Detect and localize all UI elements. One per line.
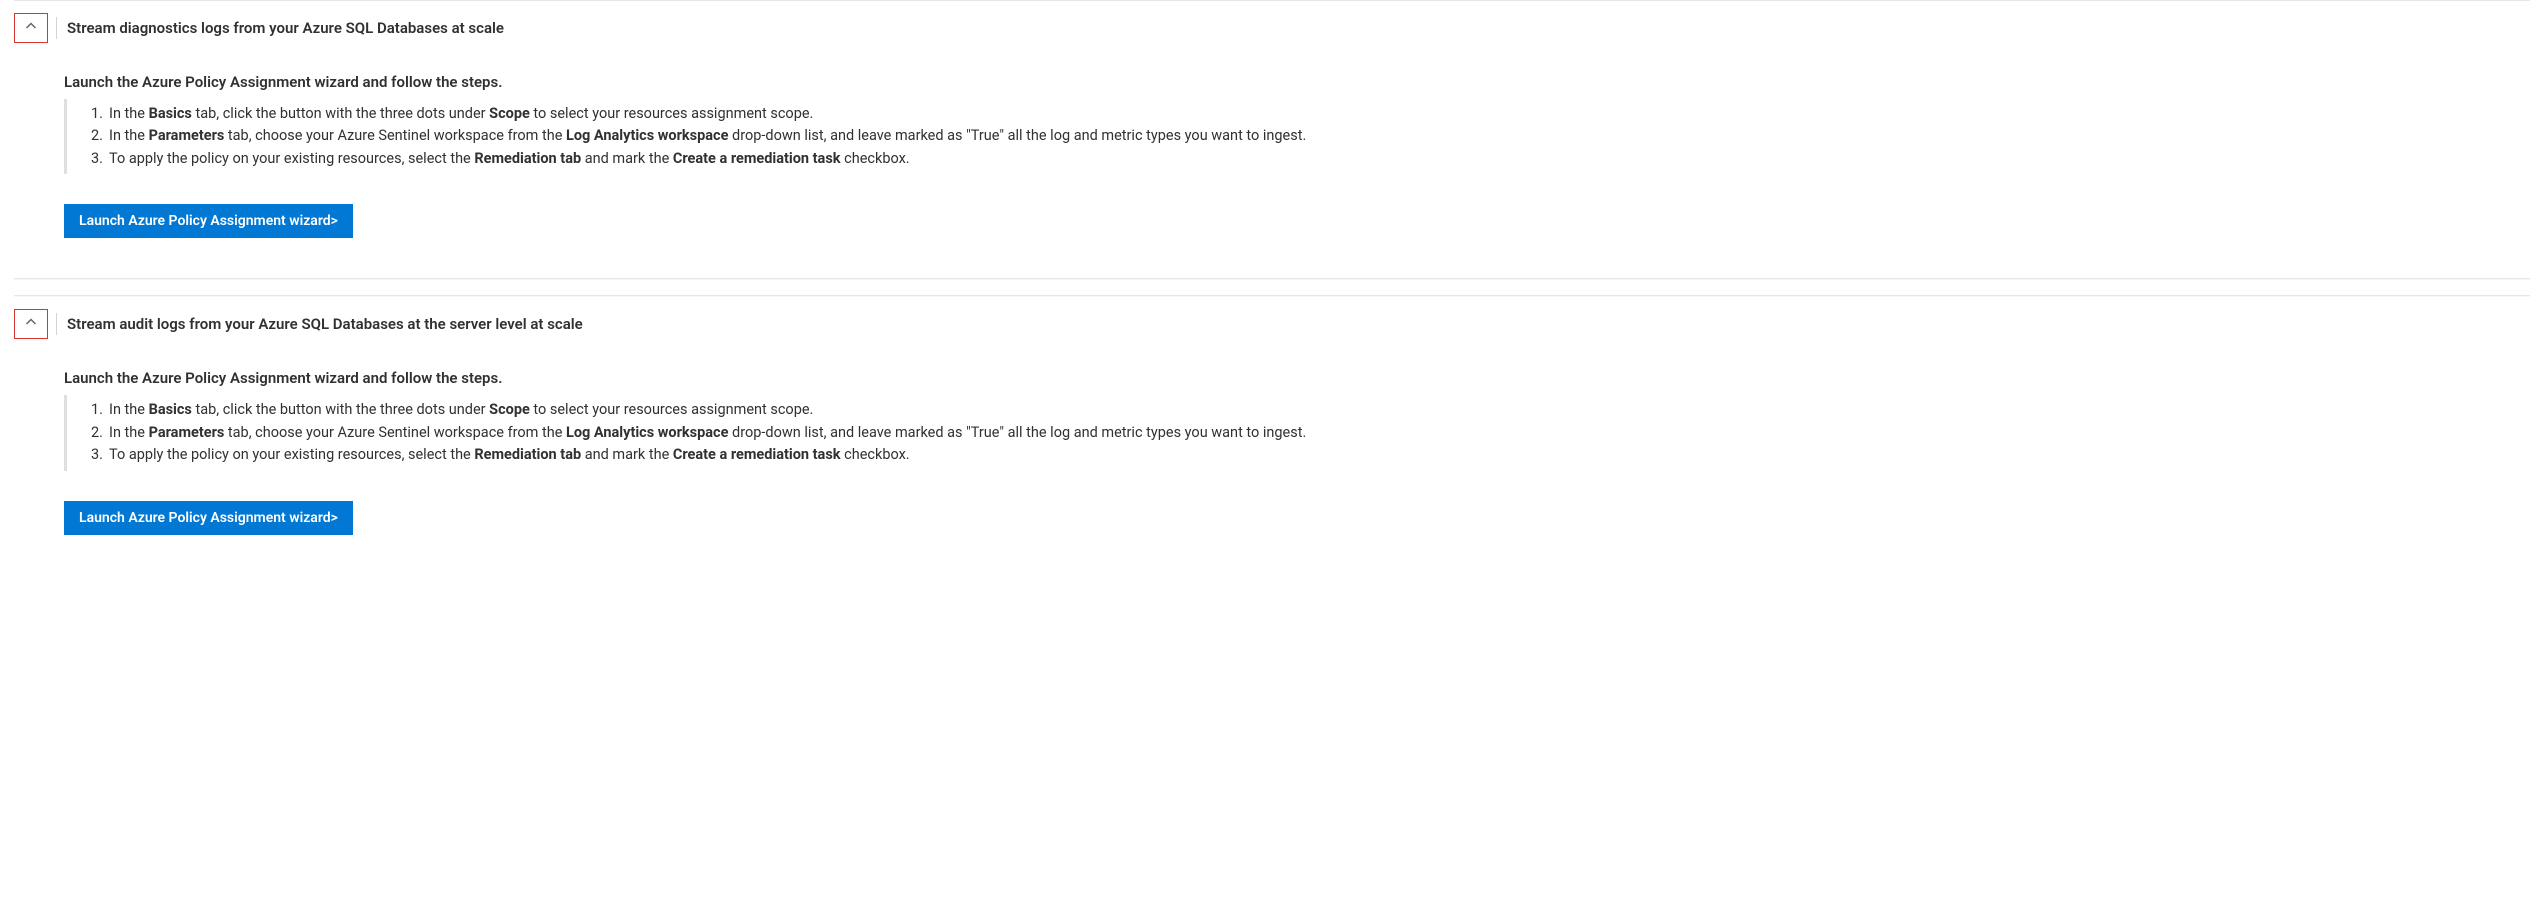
step-1: 1.In the Basics tab, click the button wi… [91,103,2530,125]
step-bold-2: Scope [489,105,530,122]
collapse-toggle[interactable] [14,309,48,339]
step-text-mid: tab, choose your Azure Sentinel workspac… [224,127,566,144]
step-bold-2: Log Analytics workspace [566,424,728,441]
lead-text: Launch the Azure Policy Assignment wizar… [64,73,2530,91]
lead-text: Launch the Azure Policy Assignment wizar… [64,369,2530,387]
step-bold-2: Log Analytics workspace [566,127,728,144]
launch-wizard-button[interactable]: Launch Azure Policy Assignment wizard> [64,501,353,535]
chevron-up-icon [25,316,37,332]
step-text-pre: To apply the policy on your existing res… [109,150,474,167]
steps-list: 1.In the Basics tab, click the button wi… [64,99,2530,174]
step-bold-1: Remediation tab [474,446,581,463]
step-number: 2. [91,125,109,147]
step-1: 1.In the Basics tab, click the button wi… [91,399,2530,421]
step-text-mid: and mark the [581,446,673,463]
step-text-post: to select your resources assignment scop… [530,105,814,122]
launch-wizard-button[interactable]: Launch Azure Policy Assignment wizard> [64,204,353,238]
section-content: Launch the Azure Policy Assignment wizar… [64,369,2530,534]
step-text-pre: To apply the policy on your existing res… [109,446,474,463]
vertical-separator [56,17,57,39]
step-bold-1: Parameters [149,127,225,144]
step-number: 3. [91,148,109,170]
collapse-toggle[interactable] [14,13,48,43]
accordion-section-audit: Stream audit logs from your Azure SQL Da… [14,297,2530,574]
step-bold-1: Basics [149,105,192,122]
step-text-mid: tab, click the button with the three dot… [192,105,489,122]
step-text-post: to select your resources assignment scop… [530,401,814,418]
section-title: Stream audit logs from your Azure SQL Da… [67,315,583,333]
step-3: 3.To apply the policy on your existing r… [91,444,2530,466]
step-number: 1. [91,103,109,125]
step-bold-1: Basics [149,401,192,418]
section-content: Launch the Azure Policy Assignment wizar… [64,73,2530,238]
step-text-pre: In the [109,401,149,418]
step-text-mid: tab, choose your Azure Sentinel workspac… [224,424,566,441]
accordion-header[interactable]: Stream audit logs from your Azure SQL Da… [14,309,2530,339]
step-text-post: drop-down list, and leave marked as "Tru… [728,127,1306,144]
step-bold-2: Create a remediation task [673,446,841,463]
accordion-section-diagnostics: Stream diagnostics logs from your Azure … [14,1,2530,278]
step-2: 2.In the Parameters tab, choose your Azu… [91,125,2530,147]
step-text-post: checkbox. [841,150,910,167]
step-text-post: checkbox. [841,446,910,463]
chevron-up-icon [25,20,37,36]
step-text-mid: and mark the [581,150,673,167]
step-bold-1: Parameters [149,424,225,441]
step-text-mid: tab, click the button with the three dot… [192,401,489,418]
step-text-pre: In the [109,424,149,441]
step-text-post: drop-down list, and leave marked as "Tru… [728,424,1306,441]
step-3: 3.To apply the policy on your existing r… [91,148,2530,170]
step-bold-2: Create a remediation task [673,150,841,167]
section-title: Stream diagnostics logs from your Azure … [67,19,504,37]
step-number: 2. [91,422,109,444]
accordion-header[interactable]: Stream diagnostics logs from your Azure … [14,13,2530,43]
vertical-separator [56,313,57,335]
step-text-pre: In the [109,127,149,144]
steps-list: 1.In the Basics tab, click the button wi… [64,395,2530,470]
spacer [0,280,2547,295]
step-bold-1: Remediation tab [474,150,581,167]
step-2: 2.In the Parameters tab, choose your Azu… [91,422,2530,444]
step-text-pre: In the [109,105,149,122]
step-number: 3. [91,444,109,466]
step-number: 1. [91,399,109,421]
step-bold-2: Scope [489,401,530,418]
